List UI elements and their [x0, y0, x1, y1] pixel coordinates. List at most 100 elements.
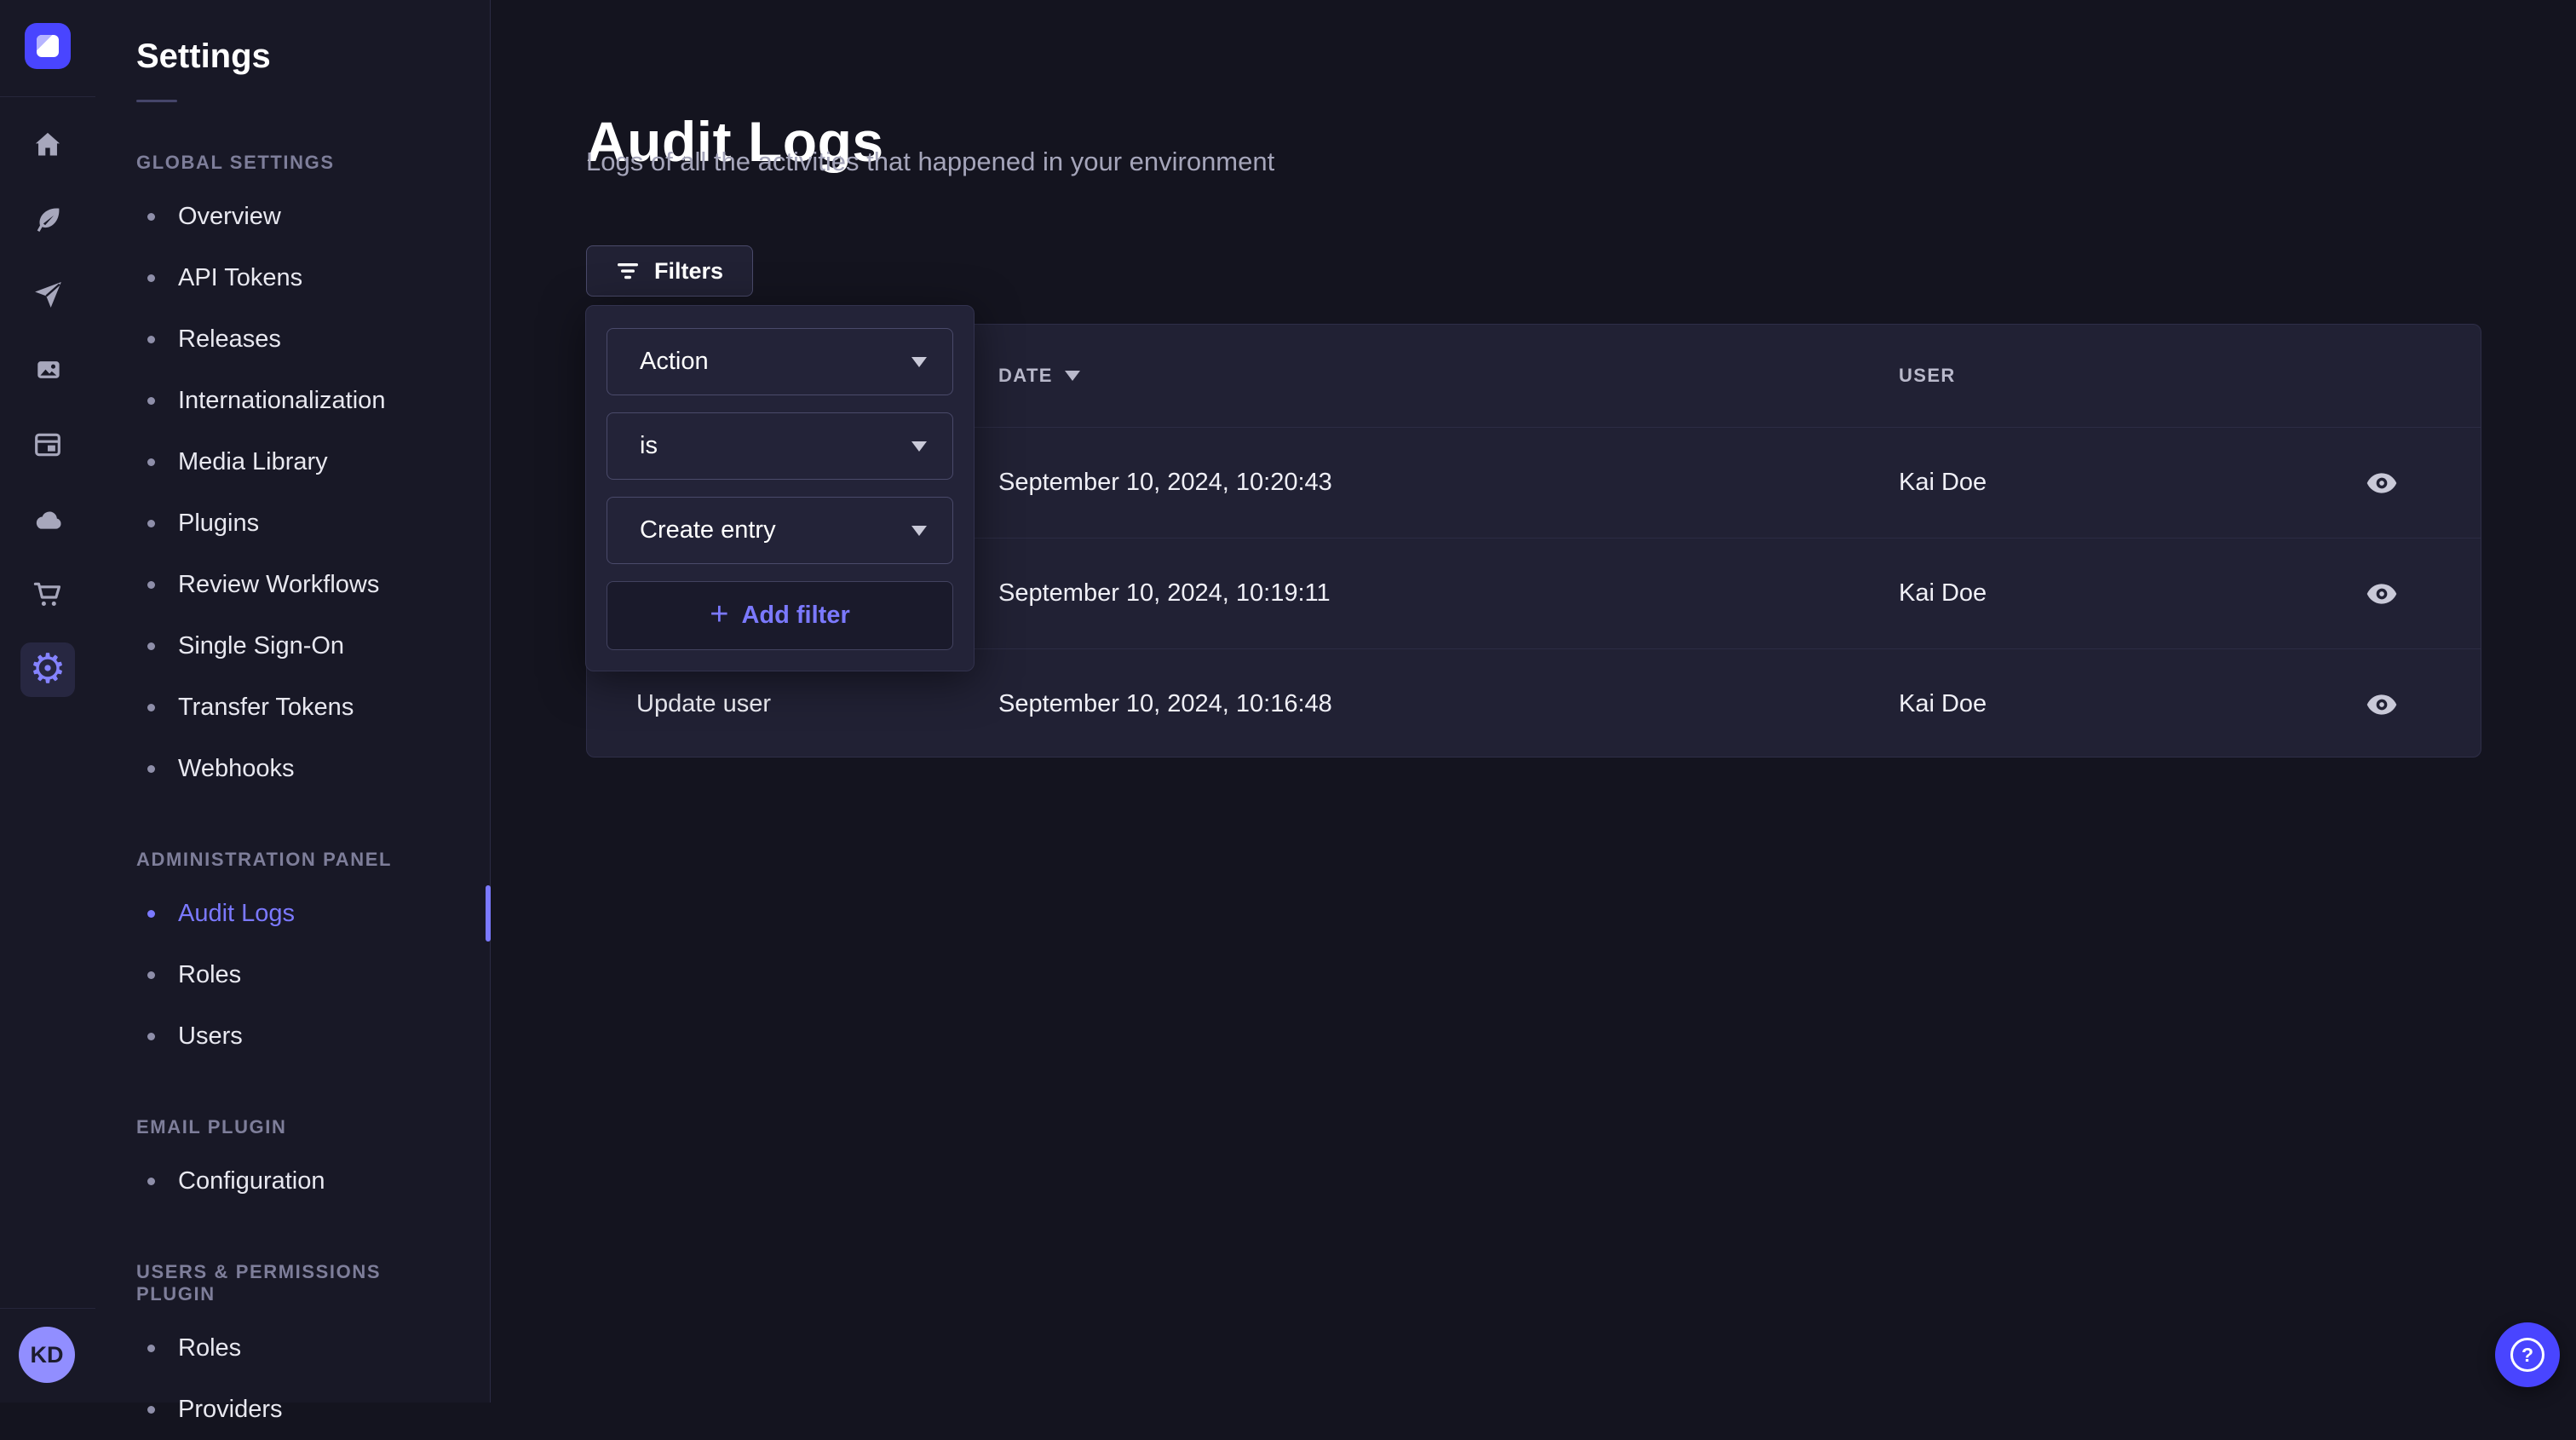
- bullet-icon: [147, 1345, 155, 1352]
- sidebar-item-label: Overview: [178, 203, 281, 231]
- sidebar-item-label: Providers: [178, 1396, 283, 1424]
- sidebar-item-internationalization[interactable]: Internationalization: [95, 370, 490, 431]
- sidebar-section-label: EMAIL PLUGIN: [136, 1116, 449, 1138]
- cell-user: Kai Doe: [1899, 690, 2282, 718]
- sidebar-item-label: Roles: [178, 1334, 241, 1362]
- sidebar-item-releases[interactable]: Releases: [95, 308, 490, 370]
- sidebar-item-label: Review Workflows: [178, 571, 379, 599]
- sidebar-item-providers[interactable]: Providers: [95, 1379, 490, 1440]
- add-filter-button[interactable]: + Add filter: [607, 581, 953, 650]
- sidebar-title-divider: [136, 100, 177, 102]
- cart-icon[interactable]: [0, 566, 95, 624]
- sidebar-item-review-workflows[interactable]: Review Workflows: [95, 554, 490, 615]
- sidebar-item-webhooks[interactable]: Webhooks: [95, 738, 490, 799]
- app-icon-rail: ⚙ KD: [0, 0, 96, 1403]
- sidebar-item-label: Releases: [178, 325, 281, 354]
- cloud-icon[interactable]: [0, 491, 95, 549]
- sidebar-item-audit-logs[interactable]: Audit Logs: [95, 883, 490, 944]
- sidebar-item-media-library[interactable]: Media Library: [95, 431, 490, 492]
- sidebar-item-label: Configuration: [178, 1167, 325, 1195]
- filters-button-label: Filters: [654, 258, 723, 285]
- sidebar-item-label: Plugins: [178, 510, 259, 538]
- chevron-down-icon: [911, 526, 927, 536]
- sidebar-item-single-sign-on[interactable]: Single Sign-On: [95, 615, 490, 677]
- sidebar-item-transfer-tokens[interactable]: Transfer Tokens: [95, 677, 490, 738]
- paper-plane-icon[interactable]: [0, 266, 95, 324]
- view-log-button[interactable]: [2354, 574, 2410, 613]
- filter-icon: [616, 262, 640, 280]
- settings-rail-item[interactable]: ⚙: [20, 642, 75, 697]
- rail-divider: [0, 1308, 95, 1309]
- sidebar-item-configuration[interactable]: Configuration: [95, 1150, 490, 1212]
- filter-field-select[interactable]: Action: [607, 328, 953, 395]
- eye-icon: [2366, 694, 2398, 716]
- eye-icon: [2366, 472, 2398, 494]
- view-log-button[interactable]: [2354, 464, 2410, 503]
- filter-operator-select[interactable]: is: [607, 412, 953, 480]
- bullet-icon: [147, 397, 155, 405]
- sidebar-item-label: Transfer Tokens: [178, 694, 354, 722]
- rail-divider: [0, 96, 95, 97]
- sidebar-section-label: ADMINISTRATION PANEL: [136, 849, 449, 871]
- bullet-icon: [147, 642, 155, 650]
- filter-popover: Action is Create entry + Add filter: [585, 305, 975, 671]
- sidebar-item-label: Internationalization: [178, 387, 385, 415]
- sidebar-item-label: API Tokens: [178, 264, 302, 292]
- bullet-icon: [147, 1406, 155, 1414]
- bullet-icon: [147, 910, 155, 918]
- page-subtitle: Logs of all the activities that happened…: [586, 147, 1274, 177]
- sidebar-section-label: GLOBAL SETTINGS: [136, 152, 449, 174]
- sidebar-item-roles[interactable]: Roles: [95, 1317, 490, 1379]
- sidebar-item-api-tokens[interactable]: API Tokens: [95, 247, 490, 308]
- chevron-down-icon: [911, 357, 927, 367]
- sidebar-item-label: Single Sign-On: [178, 632, 344, 660]
- cell-date: September 10, 2024, 10:16:48: [998, 690, 1899, 718]
- bullet-icon: [147, 336, 155, 343]
- date-column-header[interactable]: DATE: [998, 365, 1899, 387]
- cell-action: Update user: [587, 690, 998, 718]
- bullet-icon: [147, 971, 155, 979]
- sidebar-item-label: Audit Logs: [178, 900, 295, 928]
- cell-user: Kai Doe: [1899, 469, 2282, 497]
- plus-icon: +: [710, 598, 728, 631]
- filter-value-select[interactable]: Create entry: [607, 497, 953, 564]
- help-button[interactable]: ?: [2495, 1322, 2560, 1387]
- chevron-down-icon: [911, 441, 927, 452]
- bullet-icon: [147, 274, 155, 282]
- sidebar-item-users[interactable]: Users: [95, 1005, 490, 1067]
- gear-icon: ⚙: [29, 649, 66, 690]
- bullet-icon: [147, 213, 155, 221]
- cell-date: September 10, 2024, 10:19:11: [998, 579, 1899, 608]
- bullet-icon: [147, 520, 155, 527]
- bullet-icon: [147, 1178, 155, 1185]
- bullet-icon: [147, 581, 155, 589]
- question-mark-icon: ?: [2510, 1338, 2544, 1372]
- cell-user: Kai Doe: [1899, 579, 2282, 608]
- filters-button[interactable]: Filters: [586, 245, 753, 297]
- sidebar-item-label: Users: [178, 1022, 243, 1051]
- strapi-logo[interactable]: [25, 23, 71, 69]
- sidebar-item-roles[interactable]: Roles: [95, 944, 490, 1005]
- user-column-header: USER: [1899, 365, 2282, 387]
- strapi-logo-mark: [37, 35, 59, 57]
- bullet-icon: [147, 704, 155, 711]
- images-icon[interactable]: [0, 341, 95, 399]
- home-icon[interactable]: [0, 116, 95, 174]
- main-content: Audit Logs Logs of all the activities th…: [491, 0, 2576, 1403]
- sidebar-item-label: Media Library: [178, 448, 328, 476]
- sidebar-item-label: Roles: [178, 961, 241, 989]
- view-log-button[interactable]: [2354, 685, 2410, 724]
- bullet-icon: [147, 765, 155, 773]
- sidebar-item-overview[interactable]: Overview: [95, 186, 490, 247]
- bullet-icon: [147, 458, 155, 466]
- sort-desc-icon: [1065, 371, 1080, 381]
- sidebar-item-plugins[interactable]: Plugins: [95, 492, 490, 554]
- sidebar-title: Settings: [136, 37, 490, 76]
- avatar[interactable]: KD: [19, 1327, 75, 1383]
- cell-date: September 10, 2024, 10:20:43: [998, 469, 1899, 497]
- layout-icon[interactable]: [0, 416, 95, 474]
- sidebar-section-label: USERS & PERMISSIONS PLUGIN: [136, 1261, 449, 1305]
- eye-icon: [2366, 583, 2398, 605]
- bullet-icon: [147, 1033, 155, 1040]
- feather-icon[interactable]: [0, 191, 95, 249]
